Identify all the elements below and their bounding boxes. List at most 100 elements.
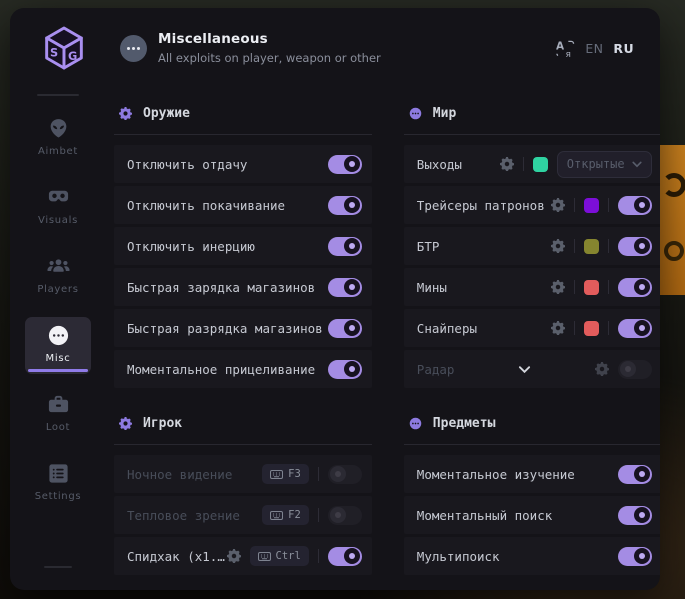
toggle-switch[interactable] xyxy=(328,196,362,215)
feature-row: Отключить отдачу xyxy=(114,145,372,183)
header: S G Miscellaneous All exploits on player… xyxy=(10,8,660,88)
cheat-menu-panel: S G Miscellaneous All exploits on player… xyxy=(10,8,660,590)
hotkey-badge[interactable]: Ctrl xyxy=(250,546,309,566)
row-settings-gear-icon[interactable] xyxy=(595,362,609,376)
misc-page-icon xyxy=(120,35,147,62)
dropdown-value: Открытые xyxy=(567,157,625,171)
section-title: Мир xyxy=(433,106,456,121)
toggle-switch[interactable] xyxy=(328,465,362,484)
ellipsis-circle-icon xyxy=(47,324,70,347)
app-background: { "header": { "title": "Miscellaneous", … xyxy=(0,0,685,599)
section-title: Игрок xyxy=(143,416,182,431)
toggle-switch[interactable] xyxy=(618,360,652,379)
control-separator xyxy=(608,198,609,212)
control-separator xyxy=(574,239,575,253)
toggle-switch[interactable] xyxy=(328,506,362,525)
players-icon xyxy=(47,255,70,278)
toggle-switch[interactable] xyxy=(618,196,652,215)
toggle-switch[interactable] xyxy=(328,360,362,379)
control-separator xyxy=(608,280,609,294)
toggle-switch[interactable] xyxy=(618,465,652,484)
toggle-switch[interactable] xyxy=(328,319,362,338)
section-divider xyxy=(404,134,660,135)
goggles-icon xyxy=(47,186,70,209)
control-separator xyxy=(318,467,319,481)
section-items: Предметы Моментальное изучение Моменталь… xyxy=(404,414,660,575)
row-settings-gear-icon[interactable] xyxy=(551,198,565,212)
feature-row: Тепловое зрение F2 xyxy=(114,496,372,534)
background-game-sign xyxy=(660,145,685,295)
sidebar-item-loot[interactable]: Loot xyxy=(25,386,91,443)
sidebar-item-visuals[interactable]: Visuals xyxy=(25,179,91,236)
feature-row: Моментальное изучение xyxy=(404,455,660,493)
toggle-switch[interactable] xyxy=(618,506,652,525)
feature-row: Трейсеры патронов xyxy=(404,186,660,224)
keyboard-icon xyxy=(270,511,283,520)
lang-ru-button[interactable]: RU xyxy=(613,41,634,56)
row-settings-gear-icon[interactable] xyxy=(551,280,565,294)
feature-row: Быстрая разрядка магазинов xyxy=(114,309,372,347)
feature-row: Мультипоиск xyxy=(404,537,660,575)
feature-label: Снайперы xyxy=(417,321,477,336)
color-swatch[interactable] xyxy=(584,280,599,295)
row-settings-gear-icon[interactable] xyxy=(551,321,565,335)
section-divider xyxy=(404,444,660,445)
toggle-switch[interactable] xyxy=(618,319,652,338)
feature-label: Тепловое зрение xyxy=(127,508,240,523)
row-settings-gear-icon[interactable] xyxy=(227,549,241,563)
feature-row: Отключить покачивание xyxy=(114,186,372,224)
sidebar: Aimbet Visuals Players Misc Loot Setting xyxy=(10,88,106,590)
row-settings-gear-icon[interactable] xyxy=(500,157,514,171)
sidebar-divider xyxy=(37,94,79,96)
toggle-switch[interactable] xyxy=(618,278,652,297)
feature-label: Быстрая разрядка магазинов xyxy=(127,321,323,336)
color-swatch[interactable] xyxy=(584,321,599,336)
hotkey-badge[interactable]: F3 xyxy=(262,464,309,484)
feature-row: БТР xyxy=(404,227,660,265)
section-gear-icon xyxy=(119,417,132,430)
section-weapon: Оружие Отключить отдачу Отключить покачи… xyxy=(114,104,372,388)
color-swatch[interactable] xyxy=(584,198,599,213)
row-settings-gear-icon[interactable] xyxy=(551,239,565,253)
feature-row: Радар xyxy=(404,350,660,388)
world-section-icon xyxy=(409,107,422,120)
toggle-switch[interactable] xyxy=(328,278,362,297)
dropdown-select[interactable]: Открытые xyxy=(557,151,652,178)
hotkey-badge[interactable]: F2 xyxy=(262,505,309,525)
sidebar-item-players[interactable]: Players xyxy=(25,248,91,305)
color-swatch[interactable] xyxy=(533,157,548,172)
svg-text:S: S xyxy=(50,46,58,60)
feature-label: БТР xyxy=(417,239,440,254)
color-swatch[interactable] xyxy=(584,239,599,254)
control-separator xyxy=(318,549,319,563)
sidebar-item-label: Aimbet xyxy=(38,146,78,157)
feature-label: Трейсеры патронов xyxy=(417,198,545,213)
toggle-switch[interactable] xyxy=(618,547,652,566)
feature-row: Спидхак (x1.8) Ctrl xyxy=(114,537,372,575)
section-title: Оружие xyxy=(143,106,190,121)
feature-label: Отключить инерцию xyxy=(127,239,255,254)
sidebar-item-label: Players xyxy=(37,284,78,295)
briefcase-icon xyxy=(47,393,70,416)
sidebar-item-settings[interactable]: Settings xyxy=(25,455,91,512)
sidebar-item-aimbot[interactable]: Aimbet xyxy=(25,110,91,167)
translate-icon: A я xyxy=(556,39,575,58)
feature-row: Моментальное прицеливание xyxy=(114,350,372,388)
feature-label: Мультипоиск xyxy=(417,549,500,564)
feature-label: Спидхак (x1.8) xyxy=(127,549,227,564)
expand-chevron-icon[interactable] xyxy=(518,365,531,374)
lang-en-button[interactable]: EN xyxy=(585,41,603,56)
sidebar-item-misc[interactable]: Misc xyxy=(25,317,91,374)
toggle-switch[interactable] xyxy=(618,237,652,256)
toggle-switch[interactable] xyxy=(328,237,362,256)
page-subtitle: All exploits on player, weapon or other xyxy=(158,51,381,65)
toggle-switch[interactable] xyxy=(328,155,362,174)
control-separator xyxy=(523,157,524,171)
feature-label: Быстрая зарядка магазинов xyxy=(127,280,315,295)
control-separator xyxy=(608,321,609,335)
items-section-icon xyxy=(409,417,422,430)
keyboard-icon xyxy=(258,552,271,561)
toggle-switch[interactable] xyxy=(328,547,362,566)
feature-label: Отключить отдачу xyxy=(127,157,247,172)
control-separator xyxy=(318,508,319,522)
